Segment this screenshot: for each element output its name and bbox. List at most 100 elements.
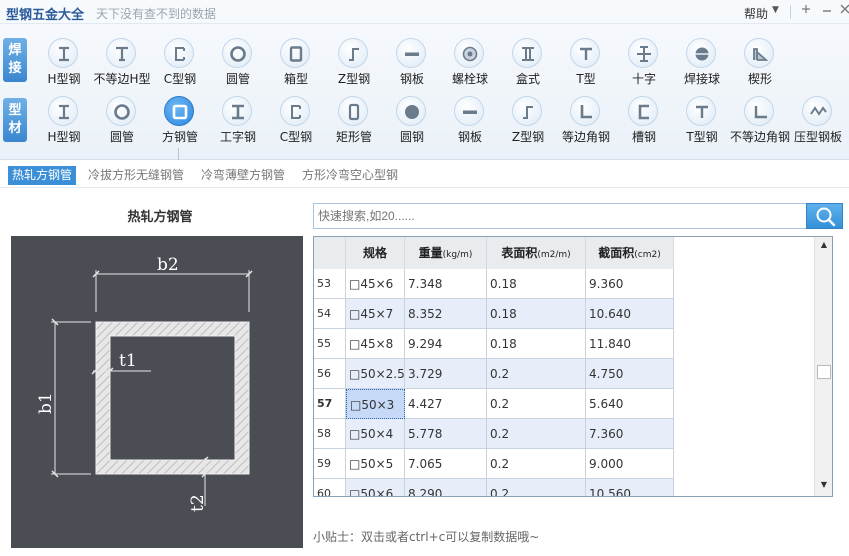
search-input[interactable] — [313, 203, 807, 229]
cell-area[interactable]: 5.640 — [586, 389, 674, 419]
tool-unequal-angle[interactable]: 不等边角钢 — [730, 96, 790, 154]
cell-weight[interactable]: 5.778 — [405, 419, 487, 449]
titlebar-divider — [790, 5, 791, 19]
cell-surface[interactable]: 0.18 — [487, 269, 586, 299]
round-pipe-icon — [222, 38, 252, 68]
cell-spec[interactable]: □50×4 — [346, 419, 405, 449]
table-row[interactable]: 57 □50×3 4.427 0.2 5.640 — [314, 389, 832, 419]
tool-t-section[interactable]: T型钢 — [674, 96, 730, 154]
tool-equal-angle[interactable]: 等边角钢 — [558, 96, 614, 154]
table-row[interactable]: 54 □45×7 8.352 0.18 10.640 — [314, 299, 832, 329]
label-b2: b2 — [157, 255, 179, 275]
tab-welded[interactable]: 焊接 — [3, 38, 27, 82]
column-header-spec[interactable]: 规格 — [346, 237, 405, 269]
cell-spec[interactable]: □50×2.5 — [346, 359, 405, 389]
scroll-up-icon[interactable]: ▲ — [819, 240, 829, 252]
subtab-hot-rolled[interactable]: 热轧方钢管 — [8, 166, 77, 185]
cell-surface[interactable]: 0.2 — [487, 449, 586, 479]
cell-area[interactable]: 9.000 — [586, 449, 674, 479]
cell-spec[interactable]: □50×3 — [346, 389, 405, 419]
tool-i-beam[interactable]: 工字钢 — [210, 96, 266, 154]
tool-steel-plate[interactable]: 钢板 — [384, 38, 440, 96]
tool-unequal-h-beam[interactable]: 不等边H型 — [93, 38, 151, 96]
cell-area[interactable]: 9.360 — [586, 269, 674, 299]
tool-rect-tube[interactable]: 矩形管 — [326, 96, 382, 154]
tool-bolt-ball[interactable]: 螺栓球 — [442, 38, 498, 96]
subtab-cold-formed-hollow[interactable]: 方形冷弯空心型钢 — [298, 166, 402, 185]
table-row[interactable]: 58 □50×4 5.778 0.2 7.360 — [314, 419, 832, 449]
tool-box-section[interactable]: 箱型 — [268, 38, 324, 96]
tool-h-beam[interactable]: H型钢 — [36, 38, 92, 96]
table-row[interactable]: 59 □50×5 7.065 0.2 9.000 — [314, 449, 832, 479]
t-section-icon — [570, 38, 600, 68]
tool-box-type[interactable]: 盒式 — [500, 38, 556, 96]
tool-z-section[interactable]: Z型钢 — [500, 96, 556, 154]
table-row[interactable]: 55 □45×8 9.294 0.18 11.840 — [314, 329, 832, 359]
tool-wedge[interactable]: 楔形 — [732, 38, 788, 96]
column-header-area[interactable]: 截面积(cm2) — [586, 237, 674, 269]
c-channel-icon — [164, 38, 194, 68]
tool-round-bar[interactable]: 圆钢 — [384, 96, 440, 154]
cell-weight[interactable]: 8.352 — [405, 299, 487, 329]
tool-square-tube[interactable]: 方钢管 — [152, 96, 208, 154]
cell-spec[interactable]: □50×6 — [346, 479, 405, 496]
cell-spec[interactable]: □45×7 — [346, 299, 405, 329]
subtab-cold-formed-thin[interactable]: 冷弯薄壁方钢管 — [197, 166, 289, 185]
tool-round-pipe[interactable]: 圆管 — [94, 96, 150, 154]
scroll-thumb[interactable] — [817, 365, 831, 379]
cell-area[interactable]: 11.840 — [586, 329, 674, 359]
tool-t-section[interactable]: T型 — [558, 38, 614, 96]
unequal-h-beam-icon — [106, 38, 136, 68]
cell-weight[interactable]: 3.729 — [405, 359, 487, 389]
column-header-surface[interactable]: 表面积(m2/m) — [487, 237, 586, 269]
table-scrollbar[interactable]: ▲ ▼ — [814, 237, 832, 496]
subtab-cold-drawn[interactable]: 冷拔方形无缝钢管 — [84, 166, 188, 185]
tool-steel-plate[interactable]: 钢板 — [442, 96, 498, 154]
tab-profiles[interactable]: 型材 — [3, 98, 27, 142]
cell-weight[interactable]: 9.294 — [405, 329, 487, 359]
tool-corrugated-plate[interactable]: 压型钢板 — [790, 96, 846, 154]
cell-area[interactable]: 7.360 — [586, 419, 674, 449]
tool-c-channel[interactable]: C型钢 — [152, 38, 208, 96]
table-row[interactable]: 56 □50×2.5 3.729 0.2 4.750 — [314, 359, 832, 389]
close-icon[interactable] — [837, 3, 849, 19]
row-number: 55 — [314, 329, 346, 359]
cell-weight[interactable]: 7.065 — [405, 449, 487, 479]
cell-area[interactable]: 4.750 — [586, 359, 674, 389]
section-diagram: b2 t1 b1 t2 — [11, 236, 303, 548]
pin-icon[interactable] — [798, 3, 814, 19]
cell-surface[interactable]: 0.18 — [487, 299, 586, 329]
table-row[interactable]: 53 □45×6 7.348 0.18 9.360 — [314, 269, 832, 299]
cell-spec[interactable]: □50×5 — [346, 449, 405, 479]
column-header-weight[interactable]: 重量(kg/m) — [405, 237, 487, 269]
cell-surface[interactable]: 0.2 — [487, 389, 586, 419]
row-number-header — [314, 237, 346, 269]
cell-surface[interactable]: 0.2 — [487, 419, 586, 449]
tool-h-beam[interactable]: H型钢 — [36, 96, 92, 154]
minimize-icon[interactable] — [819, 3, 835, 19]
help-caret-icon[interactable]: ▼ — [772, 5, 779, 15]
cell-area[interactable]: 10.560 — [586, 479, 674, 496]
cell-weight[interactable]: 8.290 — [405, 479, 487, 496]
tool-channel[interactable]: 槽钢 — [616, 96, 672, 154]
cell-surface[interactable]: 0.2 — [487, 359, 586, 389]
cell-surface[interactable]: 0.2 — [487, 479, 586, 496]
tool-cross-section[interactable]: 十字 — [616, 38, 672, 96]
tool-z-section[interactable]: Z型钢 — [326, 38, 382, 96]
box-type-icon — [512, 38, 542, 68]
table-row[interactable]: 60 □50×6 8.290 0.2 10.560 — [314, 479, 832, 496]
scroll-down-icon[interactable]: ▼ — [819, 480, 829, 492]
cell-spec[interactable]: □45×8 — [346, 329, 405, 359]
cell-area[interactable]: 10.640 — [586, 299, 674, 329]
cell-weight[interactable]: 4.427 — [405, 389, 487, 419]
tool-round-pipe[interactable]: 圆管 — [210, 38, 266, 96]
cell-surface[interactable]: 0.18 — [487, 329, 586, 359]
help-menu[interactable]: 帮助 — [744, 5, 768, 22]
welded-ball-icon — [686, 38, 716, 68]
square-tube-icon — [164, 96, 194, 126]
tool-welded-ball[interactable]: 焊接球 — [674, 38, 730, 96]
cell-weight[interactable]: 7.348 — [405, 269, 487, 299]
search-button[interactable] — [806, 203, 843, 229]
tool-c-channel[interactable]: C型钢 — [268, 96, 324, 154]
cell-spec[interactable]: □45×6 — [346, 269, 405, 299]
